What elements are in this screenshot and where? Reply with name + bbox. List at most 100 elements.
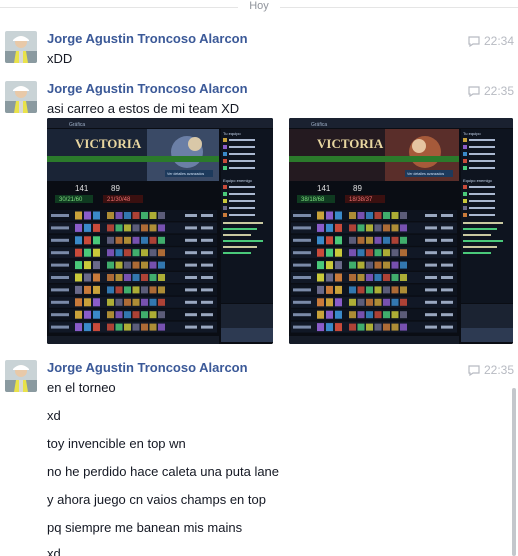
- player-icon: [463, 159, 467, 163]
- item-icon: [400, 323, 407, 331]
- player-name: [229, 207, 255, 209]
- item-icon: [115, 249, 123, 257]
- item-icon: [149, 261, 157, 269]
- chat-line: [463, 228, 497, 230]
- scrollbar[interactable]: [512, 388, 516, 556]
- item-icon: [349, 298, 356, 306]
- item-icon: [149, 212, 157, 219]
- sender-name[interactable]: Jorge Agustin Troncoso Alarcon: [47, 31, 248, 46]
- kda-left: 30/21/60: [59, 197, 83, 203]
- item-icon: [141, 323, 148, 331]
- chat-line: [223, 234, 251, 236]
- message-meta: 22:34: [468, 33, 514, 49]
- row-stat: [441, 300, 453, 304]
- score-left: 141: [75, 184, 89, 193]
- player-name: [229, 146, 255, 148]
- sender-name[interactable]: Jorge Agustin Troncoso Alarcon: [47, 81, 248, 96]
- item-icon: [391, 274, 399, 281]
- chat-bubble-icon: [468, 85, 480, 97]
- champion-icon: [326, 261, 333, 270]
- message-meta: 22:35: [468, 83, 514, 99]
- item-icon: [357, 224, 365, 232]
- player-icon: [223, 166, 227, 170]
- item-icon: [383, 261, 390, 269]
- champion-icon: [75, 211, 82, 220]
- champion-icon: [84, 261, 91, 270]
- row-stat: [441, 214, 453, 217]
- avatar-image: [5, 81, 37, 113]
- victory-banner: VICTORIA: [317, 136, 384, 151]
- champion-icon: [317, 236, 324, 245]
- item-icon: [149, 311, 157, 319]
- player-icon: [463, 185, 467, 189]
- image-attachment[interactable]: Gráfica VICTORIA Ver detalles avanzados …: [289, 118, 513, 344]
- chat-line: [223, 246, 257, 248]
- item-icon: [107, 323, 114, 331]
- player-icon: [463, 145, 467, 149]
- item-icon: [149, 274, 157, 281]
- item-icon: [374, 224, 382, 232]
- row-stat: [441, 325, 453, 329]
- player-icon: [463, 152, 467, 156]
- item-icon: [374, 298, 382, 306]
- player-icon: [463, 213, 467, 217]
- item-icon: [357, 274, 365, 281]
- item-icon: [391, 236, 399, 244]
- player-name: [469, 207, 495, 209]
- message-meta: 22:35: [468, 362, 514, 378]
- item-icon: [132, 261, 140, 269]
- champion-icon: [335, 261, 342, 270]
- player-name: [229, 167, 255, 169]
- item-icon: [391, 298, 399, 306]
- player-icon: [223, 206, 227, 210]
- message-text: y ahora juego cn vaios champs en top: [47, 492, 266, 507]
- row-stat: [425, 263, 437, 267]
- item-icon: [141, 212, 148, 219]
- player-icon: [463, 138, 467, 142]
- player-icon: [223, 152, 227, 156]
- item-icon: [391, 261, 399, 269]
- row-stat: [201, 288, 213, 292]
- item-icon: [141, 249, 148, 257]
- kda-left: 38/18/68: [301, 197, 325, 203]
- row-stat: [201, 300, 213, 304]
- item-icon: [158, 274, 165, 281]
- champion-icon: [93, 248, 100, 257]
- item-icon: [357, 212, 365, 219]
- item-icon: [400, 274, 407, 281]
- tab-label: Gráfica: [69, 122, 85, 128]
- item-icon: [141, 286, 148, 294]
- player-icon: [463, 166, 467, 170]
- champion-icon: [84, 323, 91, 332]
- champion-icon: [317, 261, 324, 270]
- sender-name[interactable]: Jorge Agustin Troncoso Alarcon: [47, 360, 248, 375]
- item-icon: [374, 323, 382, 331]
- item-icon: [158, 212, 165, 219]
- item-icon: [132, 311, 140, 319]
- avatar[interactable]: [5, 31, 37, 63]
- item-icon: [366, 224, 373, 232]
- player-icon: [223, 199, 227, 203]
- item-icon: [149, 323, 157, 331]
- item-icon: [115, 212, 123, 219]
- row-stat: [293, 276, 311, 279]
- item-icon: [115, 311, 123, 319]
- avatar[interactable]: [5, 360, 37, 392]
- row-stat: [293, 313, 311, 317]
- item-icon: [132, 224, 140, 232]
- champion-icon: [93, 273, 100, 282]
- champion-icon: [317, 310, 324, 319]
- item-icon: [115, 236, 123, 244]
- champion-icon: [335, 285, 342, 294]
- message-text: en el torneo: [47, 380, 116, 395]
- item-icon: [124, 249, 131, 257]
- champion-icon: [93, 310, 100, 319]
- item-icon: [107, 261, 114, 269]
- timestamp: 22:35: [483, 363, 514, 377]
- player-name: [469, 214, 495, 216]
- enemy-header: Equipo enemigo: [223, 178, 253, 183]
- image-attachment[interactable]: Gráfica VICTORIA Ver detalles avanzados …: [47, 118, 273, 344]
- avatar[interactable]: [5, 81, 37, 113]
- item-icon: [374, 261, 382, 269]
- champion-icon: [75, 285, 82, 294]
